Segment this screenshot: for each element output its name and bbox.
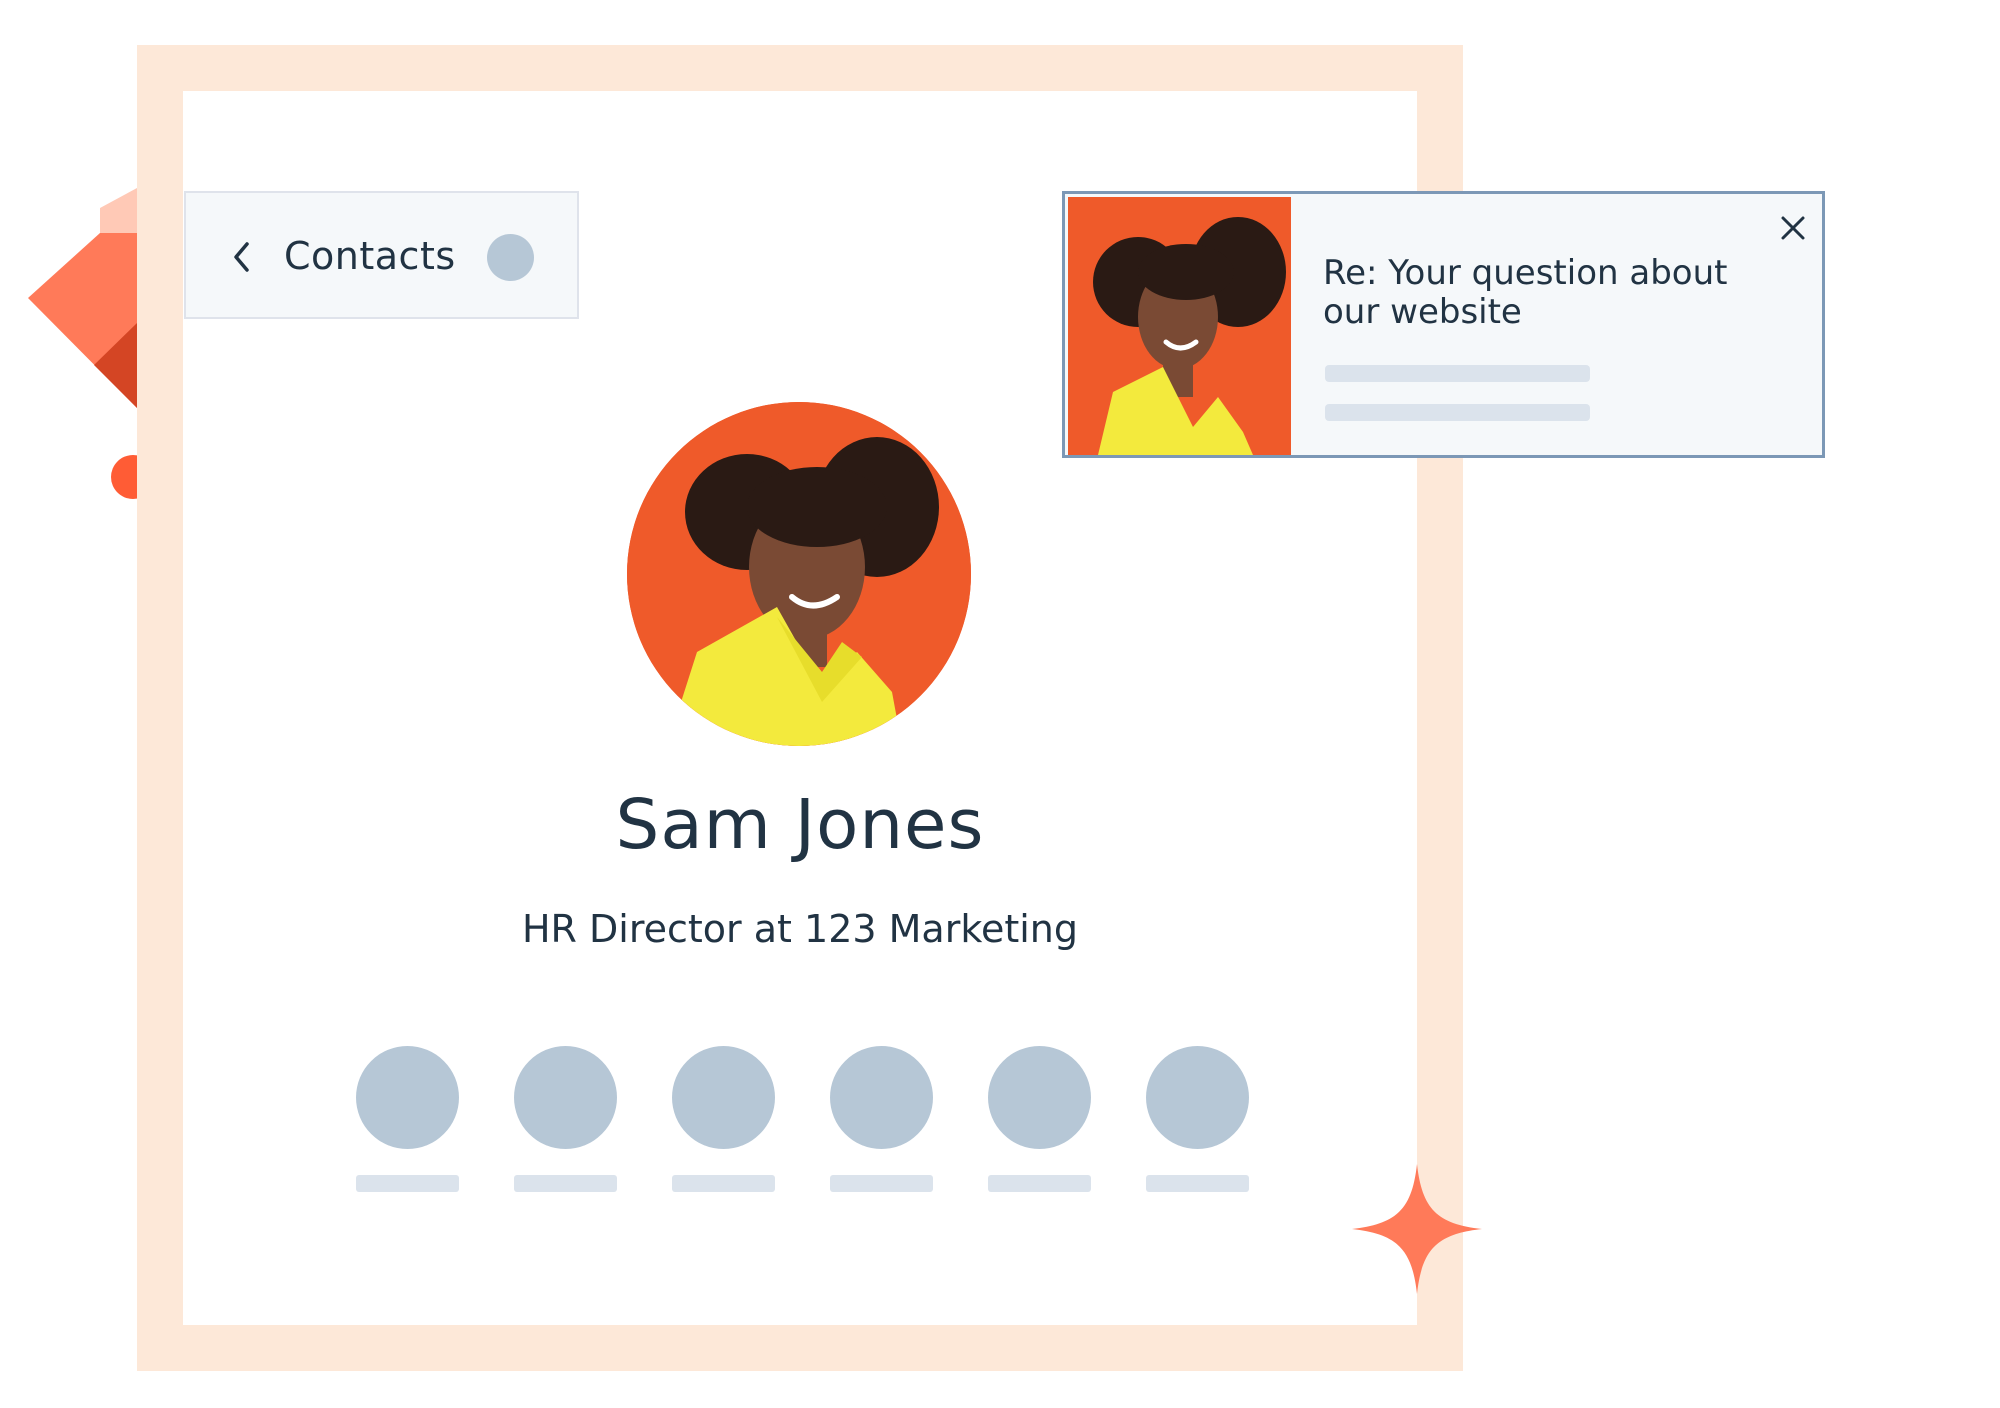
sparkle-decoration [1352,1164,1482,1294]
contact-subtitle: HR Director at 123 Marketing [521,907,1079,951]
action-icon-placeholder [830,1046,933,1149]
avatar-image [627,402,971,746]
action-button[interactable] [988,1046,1091,1192]
action-label-placeholder [830,1175,933,1192]
contact-name: Sam Jones [615,785,985,865]
close-icon[interactable] [1779,214,1807,242]
action-icon-placeholder [672,1046,775,1149]
action-icon-placeholder [514,1046,617,1149]
diamond-decoration [28,188,137,408]
action-button[interactable] [672,1046,775,1192]
back-nav-label: Contacts [284,234,456,278]
action-icon-placeholder [356,1046,459,1149]
action-label-placeholder [356,1175,459,1192]
action-button[interactable] [1146,1046,1249,1192]
action-button[interactable] [514,1046,617,1192]
action-label-placeholder [988,1175,1091,1192]
action-label-placeholder [672,1175,775,1192]
action-button[interactable] [356,1046,459,1192]
notification-thumbnail [1068,197,1291,455]
chevron-left-icon [234,242,249,272]
preview-line-placeholder [1325,404,1590,421]
action-icon-placeholder [988,1046,1091,1149]
nav-indicator-dot [487,234,534,281]
action-label-placeholder [1146,1175,1249,1192]
action-label-placeholder [514,1175,617,1192]
action-icon-placeholder [1146,1046,1249,1149]
notification-subject: Re: Your question about our website [1323,253,1728,332]
action-button[interactable] [830,1046,933,1192]
message-notification[interactable]: Re: Your question about our website [1062,191,1825,458]
preview-line-placeholder [1325,365,1590,382]
contact-avatar [627,402,971,746]
back-to-contacts-button[interactable]: Contacts [184,191,579,319]
